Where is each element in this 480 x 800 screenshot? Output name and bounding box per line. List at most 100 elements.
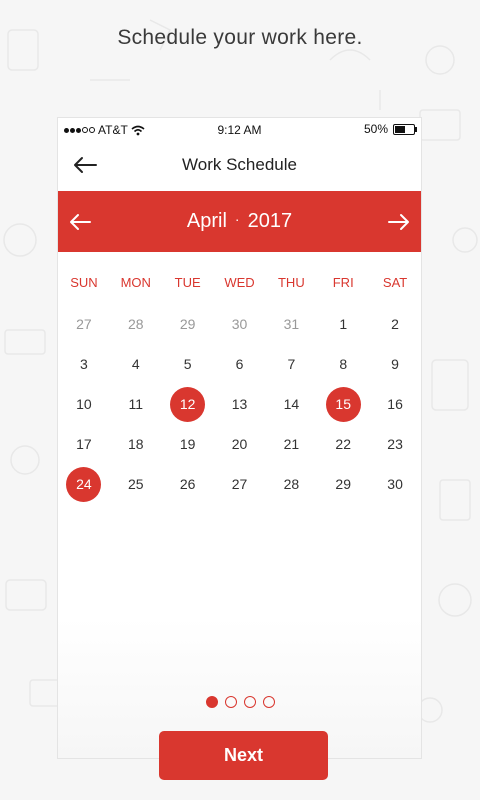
calendar-day[interactable]: 30 [214, 304, 266, 344]
day-number: 22 [335, 436, 351, 452]
next-button[interactable]: Next [159, 731, 328, 780]
day-number: 17 [76, 436, 92, 452]
calendar-day[interactable]: 29 [162, 304, 214, 344]
day-number: 15 [325, 386, 361, 422]
calendar-day[interactable]: 22 [317, 424, 369, 464]
arrow-right-icon [388, 214, 409, 230]
calendar-day[interactable]: 31 [265, 304, 317, 344]
month-header: April · 2017 [58, 191, 421, 252]
day-number: 28 [127, 316, 144, 332]
calendar-day[interactable]: 19 [162, 424, 214, 464]
calendar-day-selected[interactable]: 24 [58, 464, 110, 504]
calendar-day[interactable]: 7 [265, 344, 317, 384]
day-number: 31 [283, 316, 300, 332]
page-dot[interactable] [224, 696, 237, 708]
month-separator: · [234, 211, 240, 227]
day-number: 24 [66, 466, 102, 502]
weekday-label: SAT [382, 275, 408, 290]
calendar-day[interactable]: 25 [110, 464, 162, 504]
day-number: 19 [179, 436, 196, 452]
calendar-day[interactable]: 9 [369, 344, 421, 384]
day-number: 8 [339, 356, 348, 372]
month-label: April · 2017 [58, 210, 421, 233]
page-indicator [0, 696, 480, 708]
calendar-day[interactable]: 6 [214, 344, 266, 384]
calendar-day[interactable]: 1 [317, 304, 369, 344]
page-dot[interactable] [205, 696, 218, 708]
day-number: 13 [231, 396, 248, 412]
day-number: 12 [170, 386, 206, 422]
status-right: 50% [363, 122, 417, 136]
calendar-day[interactable]: 17 [58, 424, 110, 464]
phone-screen: AT&T 9:12 AM 50% Work Schedule April · 2… [58, 118, 421, 758]
weekday-label: THU [277, 275, 305, 290]
year-label: 2017 [247, 210, 293, 232]
day-number: 3 [80, 356, 88, 372]
day-number: 6 [235, 356, 244, 372]
status-bar: AT&T 9:12 AM 50% [58, 118, 421, 140]
calendar-day[interactable]: 4 [110, 344, 162, 384]
calendar-day[interactable]: 27 [58, 304, 110, 344]
page-dot[interactable] [262, 696, 275, 708]
weekday-label: WED [224, 275, 255, 290]
weekday-label: MON [120, 275, 151, 290]
day-number: 27 [231, 476, 248, 492]
calendar-day[interactable]: 5 [162, 344, 214, 384]
nav-title: Work Schedule [182, 155, 297, 174]
calendar-day[interactable]: 3 [58, 344, 110, 384]
day-number: 16 [387, 396, 403, 412]
calendar-day[interactable]: 11 [110, 384, 162, 424]
calendar-day-selected[interactable]: 12 [162, 384, 214, 424]
calendar-day[interactable]: 26 [162, 464, 214, 504]
nav-bar: Work Schedule [58, 140, 421, 190]
page-headline: Schedule your work here. [117, 26, 363, 49]
calendar-day[interactable]: 21 [265, 424, 317, 464]
weekday-header-row: SUN MON TUE WED THU FRI SAT [58, 275, 421, 290]
day-number: 28 [283, 476, 300, 492]
day-number: 27 [76, 316, 92, 332]
day-number: 18 [127, 436, 144, 452]
next-month-button[interactable] [387, 210, 411, 234]
day-number: 30 [387, 476, 403, 492]
calendar-day-selected[interactable]: 15 [317, 384, 369, 424]
day-number: 5 [183, 356, 192, 372]
calendar-day[interactable]: 18 [110, 424, 162, 464]
day-number: 4 [131, 356, 140, 372]
day-number: 10 [76, 396, 92, 412]
calendar-day[interactable]: 23 [369, 424, 421, 464]
day-number: 20 [231, 436, 248, 452]
calendar-day[interactable]: 28 [265, 464, 317, 504]
calendar-day[interactable]: 29 [317, 464, 369, 504]
calendar-day[interactable]: 8 [317, 344, 369, 384]
calendar-grid: 27 28 29 30 31 1 2 3 4 5 6 7 8 9 10 11 12 13 14 15 16 17 18 19 2… [58, 304, 421, 504]
calendar-day[interactable]: 20 [214, 424, 266, 464]
day-number: 1 [339, 316, 348, 332]
day-number: 14 [283, 396, 300, 412]
battery-percent: 50% [363, 122, 388, 136]
weekday-label: SUN [70, 275, 98, 290]
day-number: 2 [391, 316, 399, 332]
day-number: 21 [283, 436, 300, 452]
day-number: 11 [128, 396, 144, 412]
calendar-day[interactable]: 30 [369, 464, 421, 504]
calendar-day[interactable]: 14 [265, 384, 317, 424]
day-number: 29 [179, 316, 196, 332]
weekday-label: FRI [332, 275, 354, 290]
day-number: 23 [387, 436, 403, 452]
calendar-day[interactable]: 13 [214, 384, 266, 424]
day-number: 25 [127, 476, 144, 492]
calendar-day[interactable]: 10 [58, 384, 110, 424]
page-dot[interactable] [243, 696, 256, 708]
battery-icon [393, 123, 417, 135]
day-number: 7 [287, 356, 296, 372]
calendar-day[interactable]: 16 [369, 384, 421, 424]
weekday-label: TUE [174, 275, 201, 290]
day-number: 29 [335, 476, 351, 492]
day-number: 30 [231, 316, 248, 332]
calendar-day[interactable]: 2 [369, 304, 421, 344]
day-number: 26 [179, 476, 196, 492]
day-number: 9 [391, 356, 399, 372]
calendar-day[interactable]: 27 [214, 464, 266, 504]
month-name: April [186, 210, 227, 232]
calendar-day[interactable]: 28 [110, 304, 162, 344]
